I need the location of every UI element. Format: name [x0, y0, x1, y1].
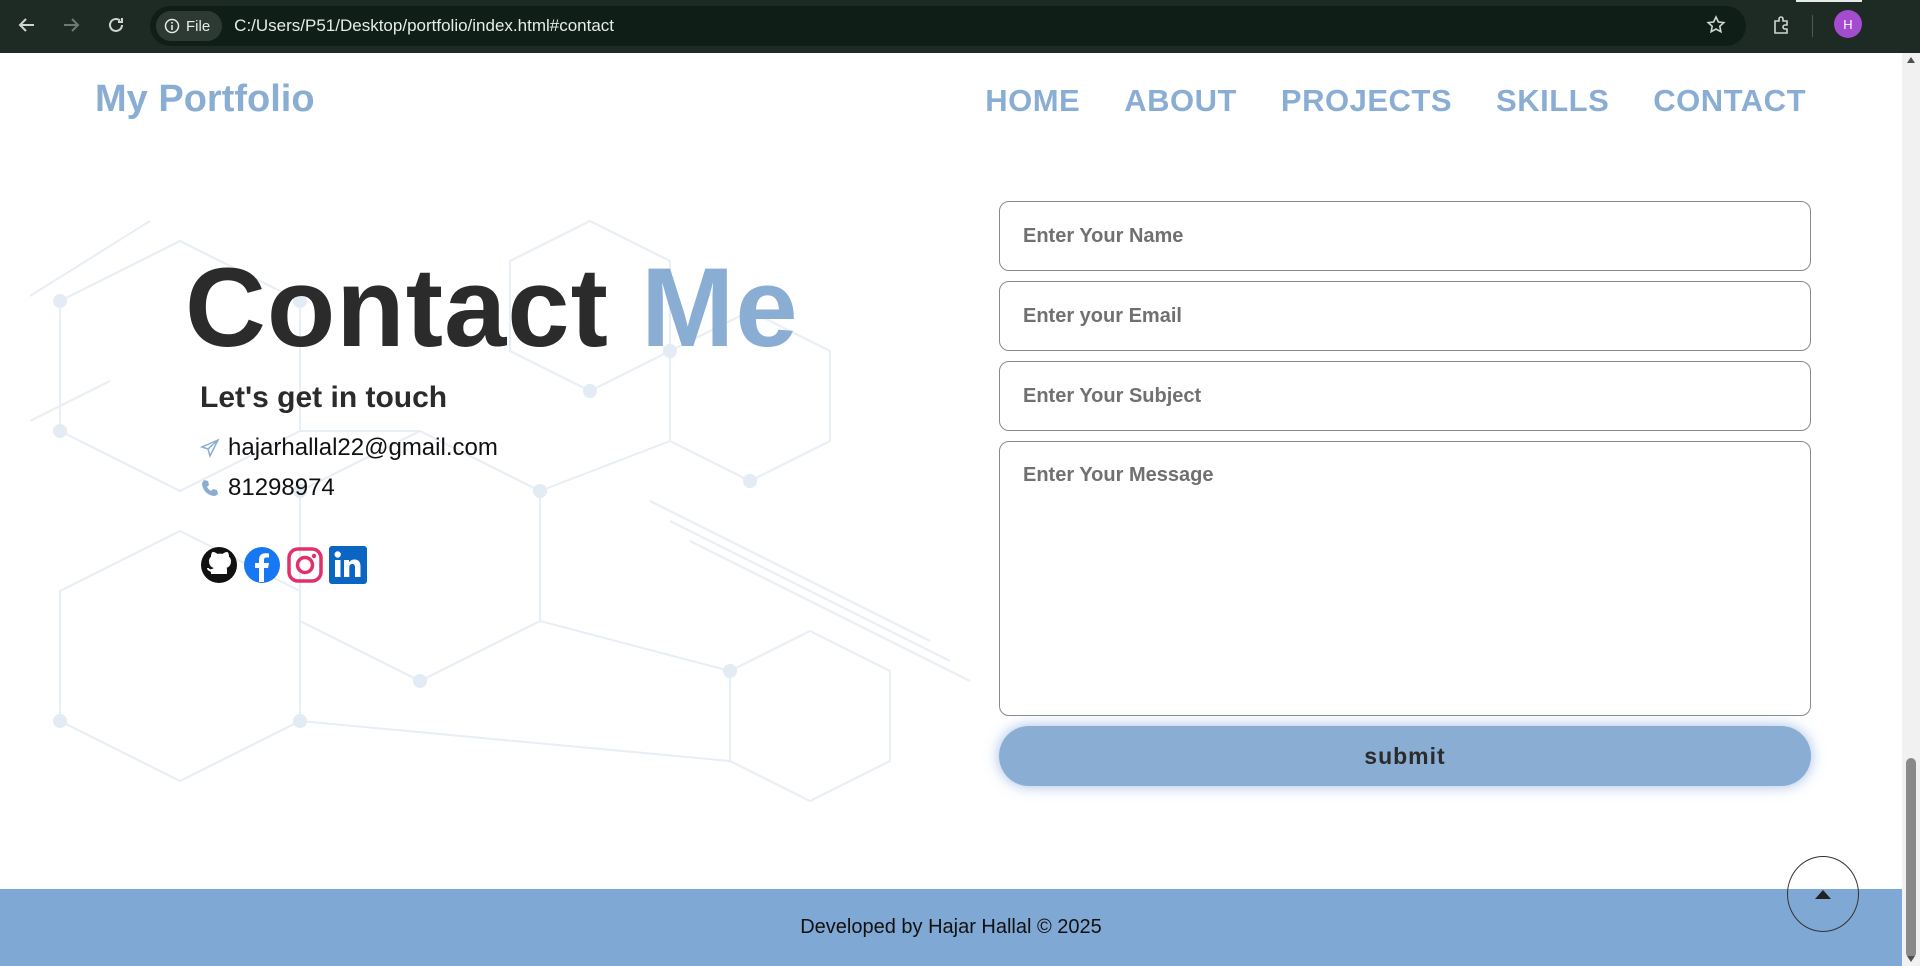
message-textarea[interactable]: Enter Your Message: [999, 441, 1811, 716]
forward-arrow-icon: [64, 18, 80, 32]
github-icon[interactable]: [200, 546, 238, 584]
facebook-icon[interactable]: [243, 546, 281, 584]
address-bar[interactable]: File C:/Users/P51/Desktop/portfolio/inde…: [150, 6, 1746, 46]
nav-about[interactable]: ABOUT: [1124, 83, 1237, 119]
nav-contact[interactable]: CONTACT: [1653, 83, 1806, 119]
toolbar-divider: [1812, 15, 1813, 37]
page-viewport: My Portfolio HOME ABOUT PROJECTS SKILLS …: [0, 53, 1902, 966]
arrow-up-icon: [1815, 889, 1831, 899]
scroll-to-top-button[interactable]: [1787, 856, 1859, 932]
site-footer: Developed by Hajar Hallal © 2025: [0, 889, 1902, 966]
social-links: [200, 546, 367, 584]
phone-icon: [200, 478, 220, 498]
nav-projects[interactable]: PROJECTS: [1281, 83, 1452, 119]
linkedin-icon[interactable]: [329, 546, 367, 584]
instagram-icon[interactable]: [286, 546, 324, 584]
submit-button[interactable]: submit: [999, 726, 1811, 786]
back-arrow-icon: [18, 18, 34, 32]
main-nav: HOME ABOUT PROJECTS SKILLS CONTACT: [985, 83, 1806, 119]
reload-icon: [109, 17, 123, 32]
profile-avatar[interactable]: H: [1834, 10, 1862, 38]
site-info-chip[interactable]: File: [156, 11, 223, 41]
extensions-puzzle-icon[interactable]: [1766, 10, 1796, 40]
heading-accent-text: Me: [641, 245, 799, 370]
footer-text: Developed by Hajar Hallal © 2025: [800, 916, 1102, 938]
site-logo[interactable]: My Portfolio: [95, 78, 315, 121]
email-input[interactable]: Enter your Email: [999, 281, 1811, 351]
profile-indicator-line: [1796, 0, 1862, 2]
contact-heading: Contact Me: [185, 243, 799, 372]
back-button[interactable]: [12, 10, 42, 40]
contact-form: Enter Your Name Enter your Email Enter Y…: [999, 201, 1811, 786]
forward-button[interactable]: [56, 10, 86, 40]
reload-button[interactable]: [101, 10, 131, 40]
info-icon: [164, 18, 180, 34]
email-text[interactable]: hajarhallal22@gmail.com: [228, 434, 498, 462]
phone-row: 81298974: [200, 474, 335, 502]
name-input[interactable]: Enter Your Name: [999, 201, 1811, 271]
browser-toolbar: File C:/Users/P51/Desktop/portfolio/inde…: [0, 0, 1920, 53]
scrollbar-thumb[interactable]: [1906, 758, 1916, 958]
heading-main-text: Contact: [185, 245, 609, 370]
nav-home[interactable]: HOME: [985, 83, 1080, 119]
nav-skills[interactable]: SKILLS: [1496, 83, 1609, 119]
bookmark-star-icon[interactable]: [1706, 15, 1726, 40]
scroll-up-arrow-icon[interactable]: [1907, 57, 1915, 63]
email-row: hajarhallal22@gmail.com: [200, 434, 498, 462]
subject-input[interactable]: Enter Your Subject: [999, 361, 1811, 431]
contact-subheading: Let's get in touch: [200, 381, 448, 414]
file-chip-label: File: [186, 17, 211, 35]
paper-plane-icon: [200, 438, 220, 458]
scroll-down-arrow-icon[interactable]: [1907, 956, 1915, 962]
url-text[interactable]: C:/Users/P51/Desktop/portfolio/index.htm…: [234, 16, 614, 36]
page-scrollbar[interactable]: [1902, 53, 1920, 966]
phone-text[interactable]: 81298974: [228, 474, 335, 502]
